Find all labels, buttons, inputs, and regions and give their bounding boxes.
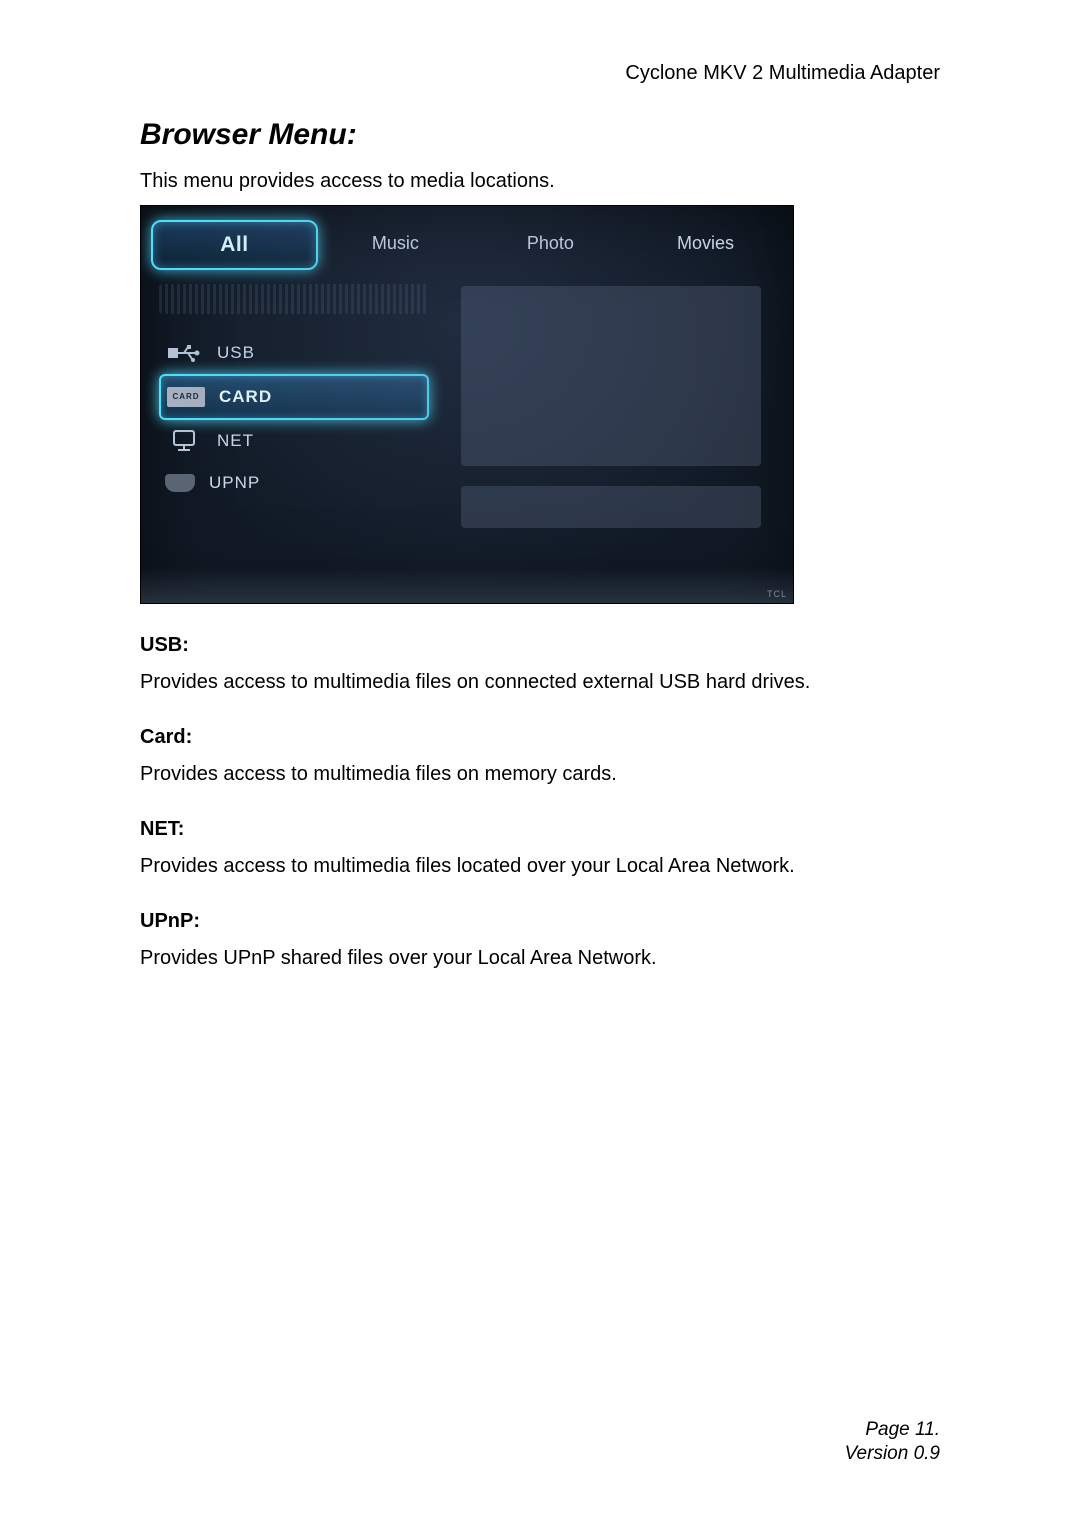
tab-label: All <box>220 233 248 257</box>
footer-page: Page 11. <box>845 1418 940 1443</box>
source-item-upnp[interactable]: UPNP <box>159 462 429 504</box>
intro-text: This menu provides access to media locat… <box>140 168 940 195</box>
tv-reflection <box>141 567 793 603</box>
section-title: Browser Menu: <box>140 118 940 152</box>
tab-label: Music <box>372 233 419 254</box>
source-label: UPNP <box>209 473 260 493</box>
body-card: Provides access to multimedia files on m… <box>140 761 940 788</box>
preview-info-bar <box>461 486 761 528</box>
usb-icon <box>165 341 203 365</box>
tab-photo[interactable]: Photo <box>473 220 628 266</box>
source-item-usb[interactable]: USB <box>159 332 429 374</box>
heading-net: NET: <box>140 818 940 841</box>
heading-upnp: UPnP: <box>140 910 940 933</box>
tv-brand-mark: TCL <box>767 589 787 599</box>
preview-pane <box>461 286 761 466</box>
body-usb: Provides access to multimedia files on c… <box>140 669 940 696</box>
source-item-net[interactable]: NET <box>159 420 429 462</box>
tab-music[interactable]: Music <box>318 220 473 266</box>
footer-version: Version 0.9 <box>845 1442 940 1467</box>
heading-usb: USB: <box>140 634 940 657</box>
disk-icon <box>165 474 195 492</box>
body-net: Provides access to multimedia files loca… <box>140 853 940 880</box>
page-footer: Page 11. Version 0.9 <box>845 1418 940 1467</box>
tab-movies[interactable]: Movies <box>628 220 783 266</box>
header-product-name: Cyclone MKV 2 Multimedia Adapter <box>625 62 940 85</box>
source-label: CARD <box>219 387 272 407</box>
tab-all[interactable]: All <box>151 220 318 270</box>
tab-bar: All Music Photo Movies <box>151 220 783 266</box>
heading-card: Card: <box>140 726 940 749</box>
net-icon <box>165 429 203 453</box>
source-label: USB <box>217 343 255 363</box>
body-upnp: Provides UPnP shared files over your Loc… <box>140 945 940 972</box>
source-list: USB CARD CARD NET UPNP <box>159 332 429 504</box>
source-item-card[interactable]: CARD CARD <box>159 374 429 420</box>
card-icon: CARD <box>167 387 205 407</box>
tab-label: Photo <box>527 233 574 254</box>
decorative-bar <box>159 284 429 314</box>
tab-label: Movies <box>677 233 734 254</box>
source-label: NET <box>217 431 254 451</box>
document-page: Cyclone MKV 2 Multimedia Adapter Browser… <box>0 0 1080 1527</box>
browser-menu-screenshot: All Music Photo Movies <box>140 205 794 604</box>
